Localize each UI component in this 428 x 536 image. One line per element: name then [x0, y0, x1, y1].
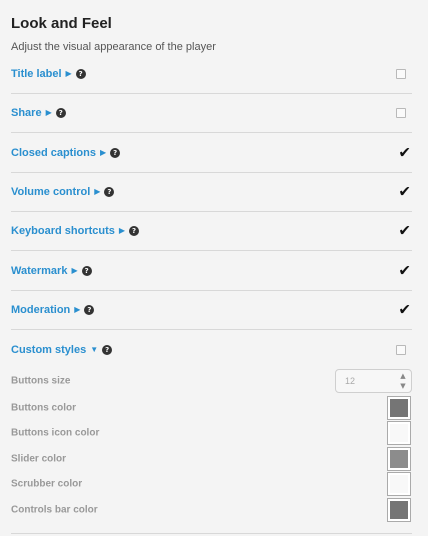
buttons-size-stepper[interactable]: 12 ▲ ▼	[335, 369, 412, 393]
slider-color-label: Slider color	[11, 453, 67, 465]
buttons-color-swatch[interactable]	[387, 396, 411, 420]
title-label-checkbox[interactable]	[396, 68, 406, 79]
color-fill	[390, 501, 408, 519]
scrubber-color-swatch[interactable]	[387, 472, 411, 496]
stepper-down-icon[interactable]: ▼	[397, 381, 409, 391]
question-circle-icon[interactable]: ?	[55, 107, 66, 118]
option-keyboard-shortcuts[interactable]: Keyboard shortcuts ▶ ? ✔	[11, 211, 412, 250]
option-share[interactable]: Share ▶ ?	[11, 93, 412, 132]
question-circle-icon[interactable]: ?	[81, 265, 92, 276]
color-fill	[390, 475, 408, 493]
option-custom-styles[interactable]: Custom styles ▼ ?	[11, 330, 412, 369]
custom-styles-checkbox[interactable]	[396, 344, 406, 355]
divider	[11, 533, 412, 534]
triangle-right-icon[interactable]: ▶	[66, 69, 72, 78]
triangle-right-icon[interactable]: ▶	[94, 187, 100, 196]
triangle-right-icon[interactable]: ▶	[119, 226, 125, 235]
controls-bar-color-swatch[interactable]	[387, 498, 411, 522]
scrubber-color-row: Scrubber color	[11, 472, 412, 496]
buttons-icon-color-label: Buttons icon color	[11, 427, 100, 439]
buttons-icon-color-row: Buttons icon color	[11, 421, 412, 445]
share-checkbox[interactable]	[396, 107, 406, 118]
option-watermark[interactable]: Watermark ▶ ? ✔	[11, 251, 412, 290]
color-fill	[390, 399, 408, 417]
buttons-size-row: Buttons size 12 ▲ ▼	[11, 369, 412, 393]
buttons-icon-color-swatch[interactable]	[387, 421, 411, 445]
option-moderation[interactable]: Moderation ▶ ? ✔	[11, 290, 412, 329]
triangle-right-icon[interactable]: ▶	[74, 305, 80, 314]
scrubber-color-label: Scrubber color	[11, 478, 83, 490]
option-label[interactable]: Watermark	[11, 265, 67, 277]
option-closed-captions[interactable]: Closed captions ▶ ? ✔	[11, 133, 412, 172]
slider-color-row: Slider color	[11, 447, 412, 471]
question-circle-icon[interactable]: ?	[104, 186, 115, 197]
watermark-checkmark-icon[interactable]: ✔	[398, 263, 411, 278]
triangle-down-icon[interactable]: ▼	[90, 345, 98, 354]
option-label[interactable]: Title label	[11, 68, 62, 80]
triangle-right-icon[interactable]: ▶	[100, 148, 106, 157]
triangle-right-icon[interactable]: ▶	[46, 108, 52, 117]
page-title: Look and Feel	[11, 15, 112, 32]
color-fill	[390, 450, 408, 468]
slider-color-swatch[interactable]	[387, 447, 411, 471]
question-circle-icon[interactable]: ?	[129, 225, 140, 236]
question-circle-icon[interactable]: ?	[110, 147, 121, 158]
stepper-up-icon[interactable]: ▲	[397, 371, 409, 381]
buttons-color-row: Buttons color	[11, 396, 412, 420]
option-volume-control[interactable]: Volume control ▶ ? ✔	[11, 172, 412, 211]
look-and-feel-panel: Look and Feel Adjust the visual appearan…	[0, 0, 428, 536]
option-title-label[interactable]: Title label ▶ ?	[11, 54, 412, 93]
triangle-right-icon[interactable]: ▶	[71, 266, 77, 275]
controls-bar-color-label: Controls bar color	[11, 504, 98, 516]
controls-bar-color-row: Controls bar color	[11, 498, 412, 522]
question-circle-icon[interactable]: ?	[75, 68, 86, 79]
option-label[interactable]: Custom styles	[11, 344, 86, 356]
question-circle-icon[interactable]: ?	[84, 304, 95, 315]
volume-control-checkmark-icon[interactable]: ✔	[398, 184, 411, 199]
option-label[interactable]: Closed captions	[11, 147, 96, 159]
page-subtitle: Adjust the visual appearance of the play…	[11, 41, 216, 53]
buttons-color-label: Buttons color	[11, 402, 76, 414]
color-fill	[390, 424, 408, 442]
closed-captions-checkmark-icon[interactable]: ✔	[398, 145, 411, 160]
option-label[interactable]: Moderation	[11, 304, 70, 316]
keyboard-shortcuts-checkmark-icon[interactable]: ✔	[398, 223, 411, 238]
option-label[interactable]: Volume control	[11, 186, 90, 198]
buttons-size-value[interactable]: 12	[345, 376, 355, 386]
option-label[interactable]: Keyboard shortcuts	[11, 225, 115, 237]
question-circle-icon[interactable]: ?	[102, 344, 113, 355]
option-label[interactable]: Share	[11, 107, 42, 119]
buttons-size-label: Buttons size	[11, 375, 71, 387]
moderation-checkmark-icon[interactable]: ✔	[398, 302, 411, 317]
